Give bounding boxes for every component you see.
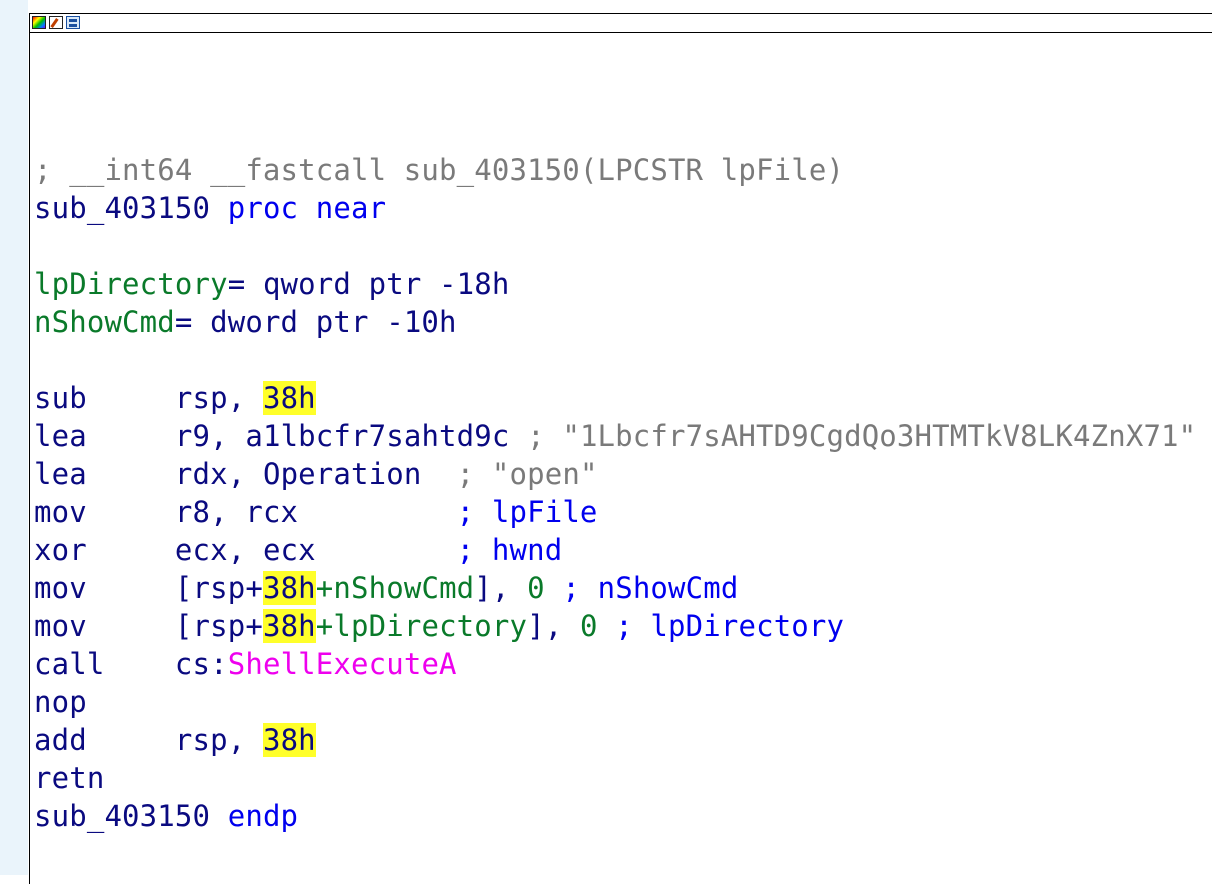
- proc-footer[interactable]: sub_403150 endp: [34, 797, 1196, 835]
- operand: ],: [527, 609, 580, 643]
- line-comment: ; "1Lbcfr7sAHTD9CgdQo3HTMTkV8LK4ZnX71": [509, 419, 1197, 453]
- operand: rsp,: [174, 381, 263, 415]
- mnemonic: mov: [34, 571, 175, 605]
- proc-header[interactable]: sub_403150 proc near: [34, 189, 1196, 227]
- instruction-line[interactable]: add rsp, 38h: [34, 721, 1196, 759]
- left-frame: [0, 0, 28, 875]
- mnemonic: mov: [34, 609, 175, 643]
- stack-var-reference[interactable]: +nShowCmd: [316, 571, 475, 605]
- line-comment: ; lpFile: [456, 495, 598, 529]
- immediate-value: 0: [527, 571, 545, 605]
- proc-keyword: proc near: [210, 191, 387, 225]
- mnemonic: nop: [34, 685, 87, 719]
- line-comment: ; "open": [421, 457, 598, 491]
- graph-node-window[interactable]: ; __int64 __fastcall sub_403150(LPCSTR l…: [29, 13, 1212, 884]
- mnemonic: lea: [34, 457, 175, 491]
- line-comment: ; nShowCmd: [544, 571, 739, 605]
- node-title-bar[interactable]: [30, 14, 1212, 33]
- instruction-line[interactable]: lea r9, a1lbcfr7sahtd9c ; "1Lbcfr7sAHTD9…: [34, 417, 1196, 455]
- function-signature-comment[interactable]: ; __int64 __fastcall sub_403150(LPCSTR l…: [34, 151, 1196, 189]
- operand: r9,: [174, 419, 246, 453]
- operand: [rsp+: [174, 571, 263, 605]
- operand: r8, rcx: [174, 495, 457, 529]
- mnemonic: mov: [34, 495, 175, 529]
- mnemonic: retn: [34, 761, 105, 795]
- highlighted-operand[interactable]: 38h: [262, 609, 316, 643]
- stack-var-reference[interactable]: +lpDirectory: [316, 609, 527, 643]
- endp-keyword: endp: [210, 799, 299, 833]
- line-comment: ; lpDirectory: [597, 609, 845, 643]
- instruction-line[interactable]: retn: [34, 759, 1196, 797]
- var-definition: = qword ptr -18h: [227, 267, 510, 301]
- instruction-line[interactable]: call cs:ShellExecuteA: [34, 645, 1196, 683]
- operand: cs:: [174, 647, 228, 681]
- proc-name[interactable]: sub_403150: [34, 799, 210, 833]
- operand-reference[interactable]: Operation: [263, 457, 422, 491]
- mnemonic: call: [34, 647, 175, 681]
- instruction-line[interactable]: mov [rsp+38h+lpDirectory], 0 ; lpDirecto…: [34, 607, 1196, 645]
- mnemonic: lea: [34, 419, 175, 453]
- highlighted-operand[interactable]: 38h: [262, 571, 316, 605]
- instruction-line[interactable]: mov r8, rcx ; lpFile: [34, 493, 1196, 531]
- mnemonic: add: [34, 723, 175, 757]
- operand: rdx,: [174, 457, 263, 491]
- immediate-value: 0: [579, 609, 598, 643]
- color-palette-icon[interactable]: [32, 16, 46, 29]
- proc-name[interactable]: sub_403150: [34, 191, 210, 225]
- operand: rsp,: [174, 723, 263, 757]
- operand: ecx, ecx: [174, 533, 457, 567]
- operand-reference[interactable]: a1lbcfr7sahtd9c: [245, 419, 509, 453]
- stack-var-nshowcmd[interactable]: nShowCmd= dword ptr -10h: [34, 303, 1196, 341]
- instruction-line[interactable]: nop: [34, 683, 1196, 721]
- var-definition: = dword ptr -10h: [174, 305, 457, 339]
- var-name[interactable]: lpDirectory: [34, 267, 228, 301]
- instruction-line[interactable]: sub rsp, 38h: [34, 379, 1196, 417]
- graph-view-icon[interactable]: [66, 16, 80, 29]
- instruction-line[interactable]: mov [rsp+38h+nShowCmd], 0 ; nShowCmd: [34, 569, 1196, 607]
- line-comment: ; hwnd: [456, 533, 563, 567]
- stack-var-lpdirectory[interactable]: lpDirectory= qword ptr -18h: [34, 265, 1196, 303]
- instruction-line[interactable]: lea rdx, Operation ; "open": [34, 455, 1196, 493]
- var-name[interactable]: nShowCmd: [34, 305, 175, 339]
- instruction-line[interactable]: xor ecx, ecx ; hwnd: [34, 531, 1196, 569]
- operand: ],: [474, 571, 528, 605]
- operand: [rsp+: [174, 609, 263, 643]
- highlighted-operand[interactable]: 38h: [262, 381, 316, 415]
- disassembly-listing[interactable]: ; __int64 __fastcall sub_403150(LPCSTR l…: [34, 151, 1196, 835]
- edit-icon[interactable]: [49, 16, 63, 29]
- mnemonic: xor: [34, 533, 175, 567]
- highlighted-operand[interactable]: 38h: [262, 723, 316, 757]
- mnemonic: sub: [34, 381, 175, 415]
- import-reference[interactable]: ShellExecuteA: [228, 647, 457, 681]
